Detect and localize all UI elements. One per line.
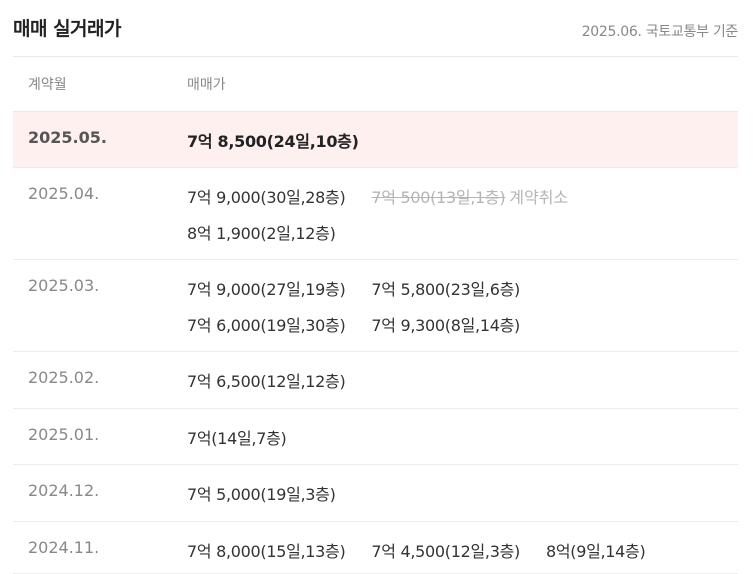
cancel-tag: 계약취소 — [509, 188, 569, 207]
column-header-price: 매매가 — [187, 77, 226, 93]
deal-list: 7억 9,000(30일,28층) 7억 500(13일,1층) 계약취소 8억 1,… — [187, 184, 732, 256]
table-row: 2024.12. 7억 5,000(19일,3층) — [13, 465, 738, 522]
section-header: 매매 실거래가 2025.06. 국토교통부 기준 — [13, 0, 738, 57]
cancelled-deal: 7억 500(13일,1층) — [371, 188, 506, 207]
contract-month: 2025.02. — [28, 368, 100, 387]
deal-list: 7억 6,500(12일,12층) — [187, 368, 732, 404]
deal-price: 7억(14일,7층) — [187, 429, 287, 448]
deal-price: 7억 8,000(15일,13층) — [187, 542, 346, 561]
deal-price: 8억(9일,14층) — [545, 542, 646, 561]
deal-list: 7억 8,500(24일,10층) — [187, 128, 732, 164]
deal-list: 7억 5,000(19일,3층) — [187, 481, 732, 517]
table-header: 계약월 매매가 — [13, 57, 738, 112]
deal-price: 7억 6,500(12일,12층) — [187, 372, 346, 391]
deal-price: 7억 5,800(23일,6층) — [371, 280, 520, 299]
table-row: 2025.05. 7억 8,500(24일,10층) — [13, 112, 738, 168]
contract-month: 2025.01. — [28, 425, 100, 444]
table-row: 2024.11. 7억 8,000(15일,13층) 7억 4,500(12일,3층… — [13, 522, 738, 574]
deal-price: 7억 9,300(8일,14층) — [371, 316, 520, 335]
table-row: 2025.03. 7억 9,000(27일,19층) 7억 5,800(23일,6층… — [13, 260, 738, 352]
table-row: 2025.02. 7억 6,500(12일,12층) — [13, 352, 738, 409]
deal-price: 7억 9,000(30일,28층) — [187, 188, 346, 207]
table-row: 2025.01. 7억(14일,7층) — [13, 409, 738, 465]
transaction-table: 2025.05. 7억 8,500(24일,10층) 2025.04. 7억 9,00… — [13, 112, 738, 574]
contract-month: 2025.04. — [28, 184, 100, 203]
deal-list: 7억 8,000(15일,13층) 7억 4,500(12일,3층) 8억(9일,1… — [187, 538, 732, 574]
contract-month: 2025.05. — [28, 128, 107, 147]
contract-month: 2024.11. — [28, 538, 100, 557]
table-row: 2025.04. 7억 9,000(30일,28층) 7억 500(13일,1층) 계… — [13, 168, 738, 260]
deal-price: 7억 9,000(27일,19층) — [187, 280, 346, 299]
deal-price: 7억 5,000(19일,3층) — [187, 485, 336, 504]
contract-month: 2024.12. — [28, 481, 100, 500]
deal-price: 7억 6,000(19일,30층) — [187, 316, 346, 335]
deal-price: 7억 8,500(24일,10층) — [187, 132, 359, 151]
column-header-month: 계약월 — [28, 77, 67, 93]
data-basis-label: 2025.06. 국토교통부 기준 — [581, 24, 739, 40]
deal-price: 8억 1,900(2일,12층) — [187, 224, 336, 243]
contract-month: 2025.03. — [28, 276, 100, 295]
deal-price: 7억 4,500(12일,3층) — [371, 542, 520, 561]
section-title: 매매 실거래가 — [13, 18, 122, 40]
deal-list: 7억(14일,7층) — [187, 425, 732, 461]
deal-list: 7억 9,000(27일,19층) 7억 5,800(23일,6층) 7억 6,00… — [187, 276, 732, 348]
